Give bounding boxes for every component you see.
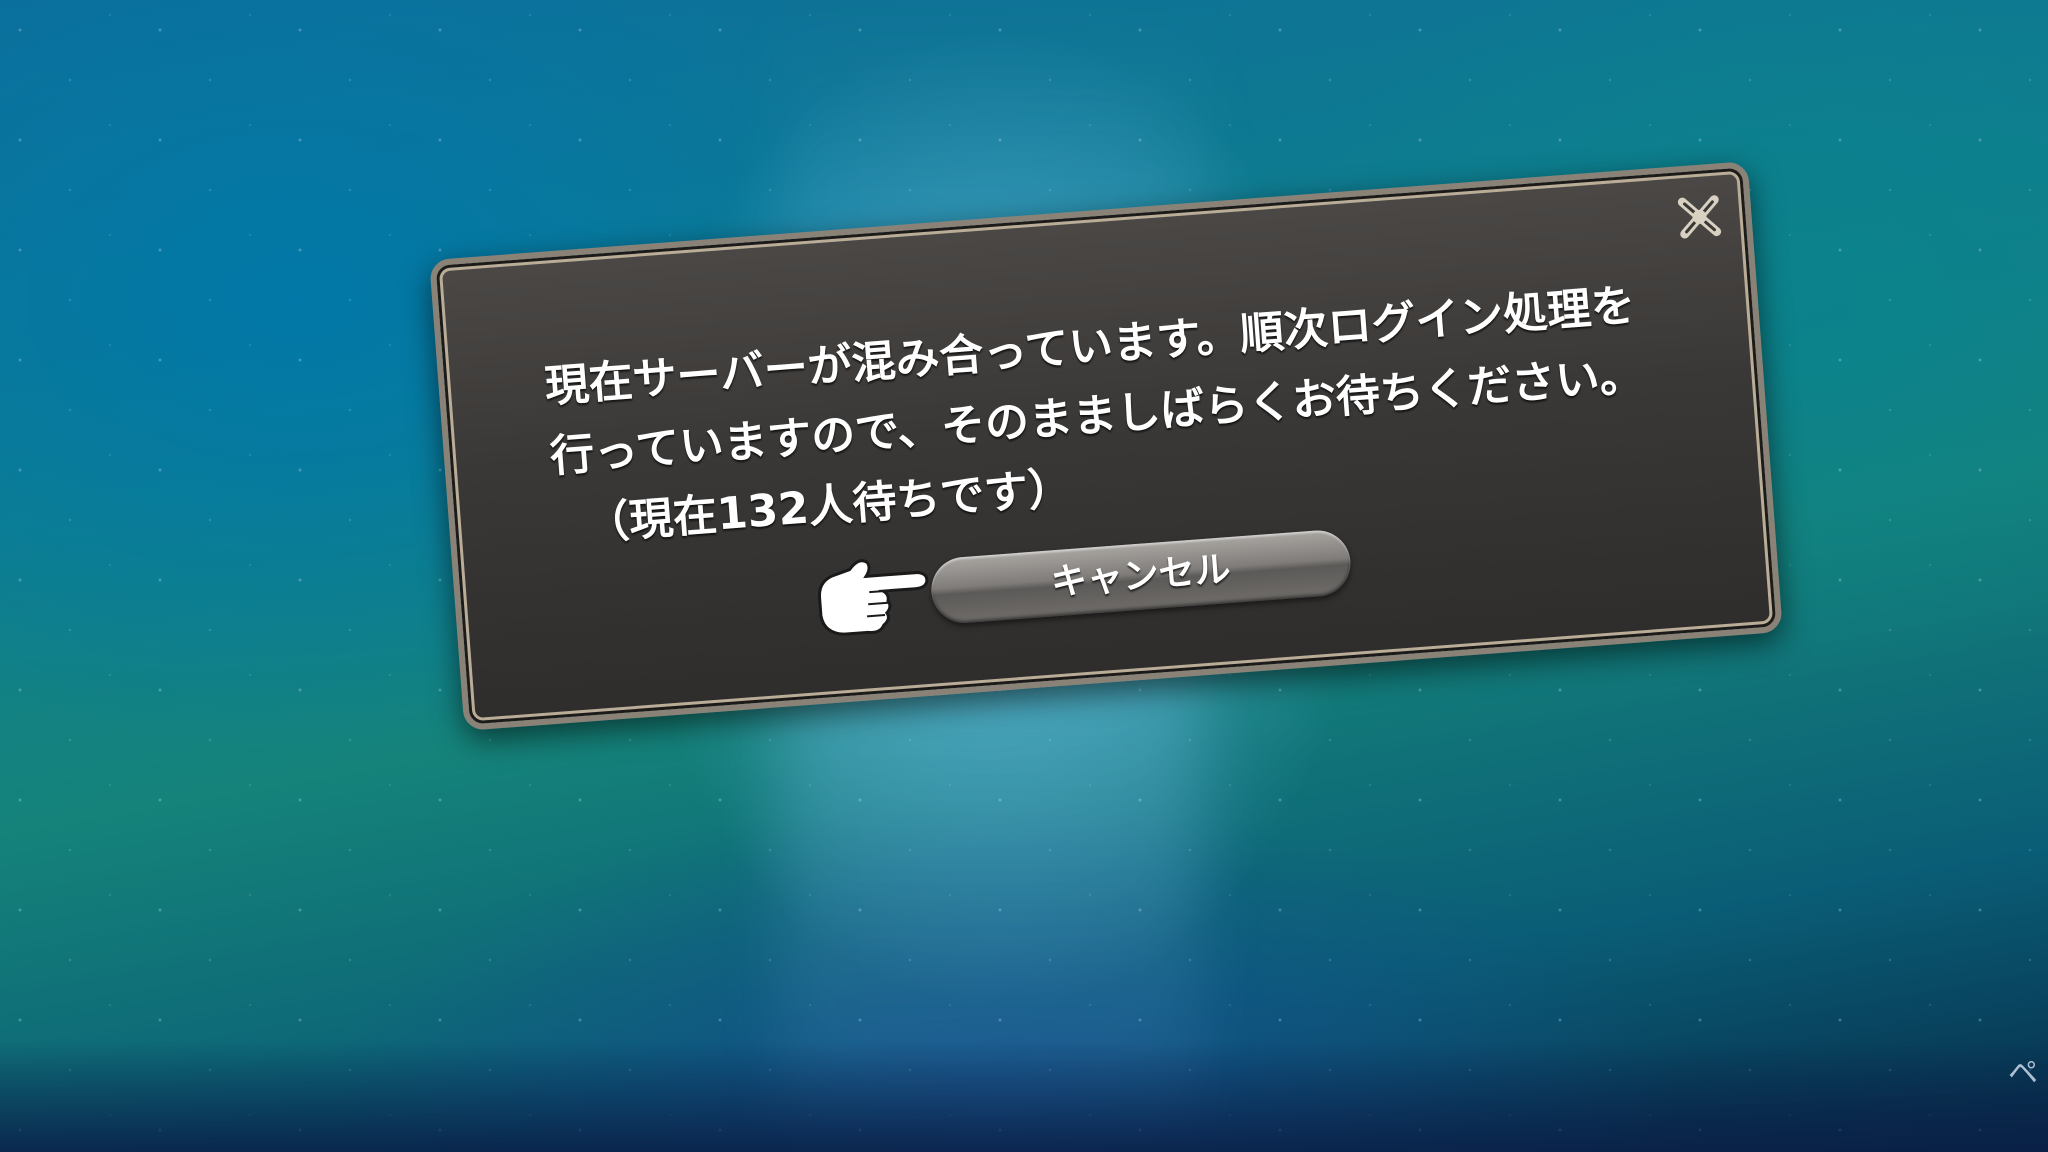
login-queue-dialog: 現在サーバーが混み合っています。順次ログイン処理を 行っていますので、そのままし…	[429, 161, 1783, 731]
water-floor	[0, 1040, 2048, 1152]
close-icon[interactable]	[1669, 187, 1729, 247]
hand-pointer-icon	[808, 542, 935, 651]
queue-message: 現在サーバーが混み合っています。順次ログイン処理を 行っていますので、そのままし…	[542, 269, 1675, 562]
cancel-button[interactable]: キャンセル	[929, 528, 1353, 626]
game-background: 現在サーバーが混み合っています。順次ログイン処理を 行っていますので、そのままし…	[0, 0, 2048, 1152]
corner-label: ペ	[2008, 1056, 2038, 1091]
